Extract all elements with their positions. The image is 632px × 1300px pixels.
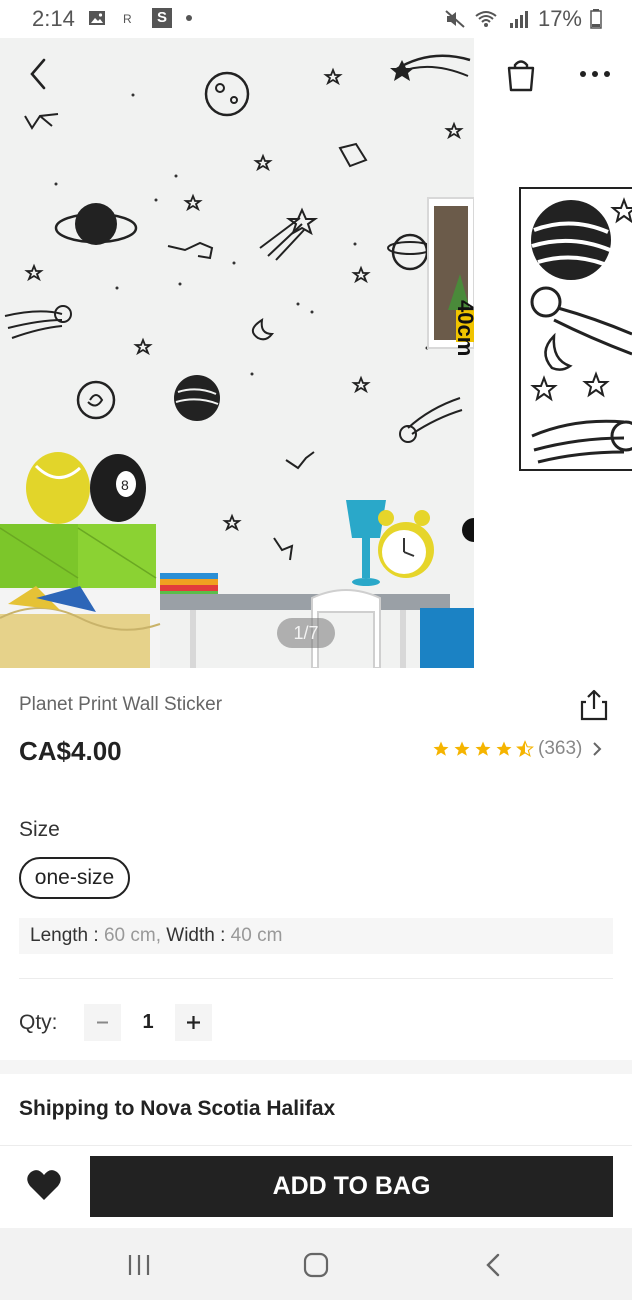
product-title: Planet Print Wall Sticker: [19, 694, 223, 715]
star-icon: [475, 741, 491, 756]
heart-icon[interactable]: [26, 1168, 62, 1202]
rating-stars: [432, 740, 534, 758]
length-key: Length :: [30, 925, 99, 946]
battery-icon: [590, 9, 602, 29]
status-notification-icons: R S: [88, 8, 192, 28]
dot-icon: [186, 15, 192, 21]
product-image-gallery[interactable]: 8 40cm 1/7: [0, 38, 632, 668]
add-to-bag-button[interactable]: ADD TO BAG: [90, 1156, 613, 1217]
status-system-icons: 17%: [444, 6, 602, 32]
back-icon[interactable]: [484, 1252, 502, 1278]
quantity-value: 1: [142, 1011, 154, 1033]
half-star-icon: [516, 740, 534, 757]
sticker-sheet-illustration: [519, 187, 632, 471]
svg-text:8: 8: [121, 477, 129, 493]
shipping-destination[interactable]: Shipping to Nova Scotia Halifax: [19, 1097, 335, 1121]
chevron-right-icon: [593, 742, 602, 756]
shopping-bag-icon[interactable]: [502, 56, 540, 94]
length-value: 60 cm,: [103, 925, 161, 946]
status-time: 2:14: [32, 6, 75, 31]
secondary-product-photo[interactable]: [474, 38, 632, 668]
share-icon[interactable]: [578, 688, 610, 722]
rating-count: (363): [538, 738, 583, 759]
home-icon[interactable]: [303, 1252, 329, 1278]
star-icon: [433, 741, 449, 756]
wifi-icon: [475, 11, 497, 27]
image-icon: [89, 11, 105, 25]
product-rating[interactable]: (363): [432, 738, 604, 760]
room-illustration: 8: [0, 38, 474, 668]
recent-apps-icon[interactable]: [126, 1253, 152, 1277]
chevron-left-icon[interactable]: [18, 54, 58, 94]
image-page-indicator: 1/7: [277, 618, 335, 648]
mute-icon: [445, 10, 465, 28]
s-app-icon: S: [152, 8, 172, 28]
quantity-label: Qty:: [19, 1011, 58, 1034]
quantity-decrease-button[interactable]: [84, 1004, 121, 1041]
product-photo[interactable]: 8: [0, 38, 474, 668]
product-price: CA$4.00: [19, 736, 122, 766]
more-dots-icon[interactable]: [575, 60, 615, 88]
divider: [19, 978, 613, 979]
battery-percent: 17%: [537, 6, 582, 31]
dimension-label: 40cm: [453, 300, 478, 357]
width-value: 40 cm: [230, 925, 283, 946]
system-navigation-bar: [0, 1228, 632, 1300]
section-separator: [0, 1060, 632, 1074]
divider: [0, 1145, 632, 1146]
width-key: Width :: [166, 925, 226, 946]
r-icon: R: [123, 12, 132, 26]
size-measurements: Length : 60 cm, Width : 40 cm: [19, 918, 613, 954]
size-label: Size: [19, 818, 60, 841]
svg-text:R: R: [123, 12, 132, 26]
star-icon: [454, 741, 470, 756]
status-bar: 2:14 R S 17%: [0, 0, 632, 38]
signal-icon: [509, 11, 528, 28]
star-icon: [496, 741, 512, 756]
size-option-one-size[interactable]: one-size: [19, 857, 130, 899]
quantity-increase-button[interactable]: [175, 1004, 212, 1041]
